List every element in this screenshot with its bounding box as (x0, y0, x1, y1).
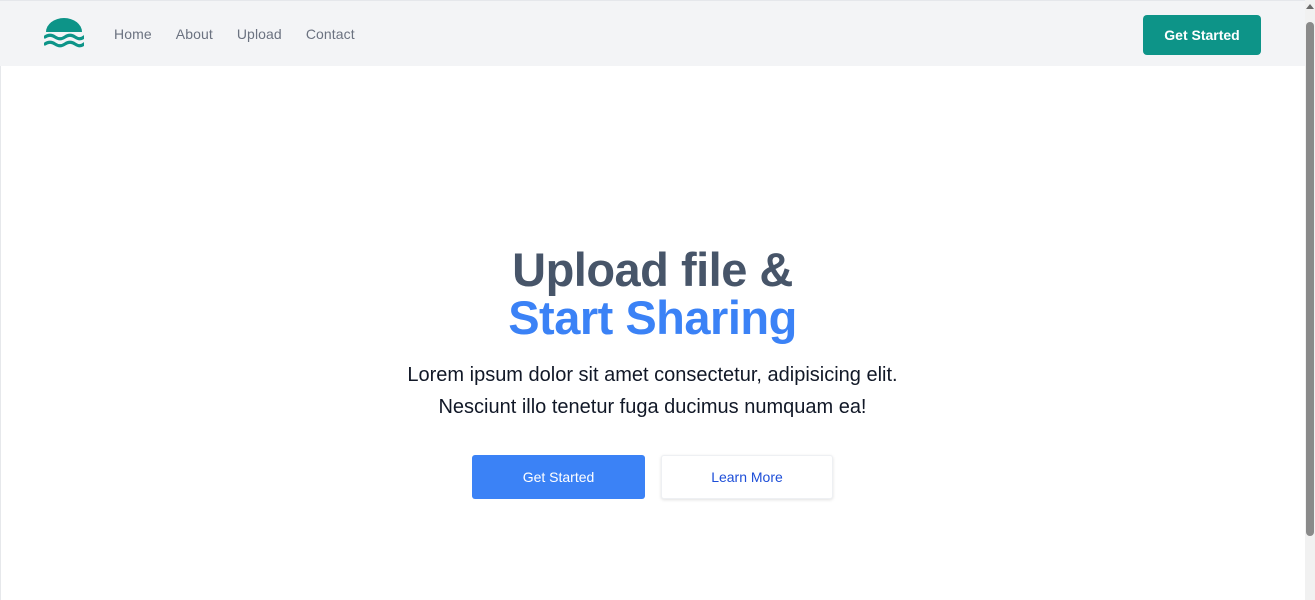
hero-subtitle-line2: Nesciunt illo tenetur fuga ducimus numqu… (438, 396, 867, 418)
hero-section: Upload file & Start Sharing Lorem ipsum … (0, 66, 1305, 600)
hero-subtitle-line1: Lorem ipsum dolor sit amet consectetur, … (407, 364, 898, 386)
logo-link[interactable] (43, 18, 86, 50)
page: Home About Upload Contact Get Started Up… (0, 0, 1315, 600)
site-header: Home About Upload Contact Get Started (0, 0, 1305, 66)
hero-learn-more-button[interactable]: Learn More (661, 455, 833, 499)
nav-link-home[interactable]: Home (114, 26, 152, 42)
hero-subtitle: Lorem ipsum dolor sit amet consectetur, … (0, 359, 1305, 423)
waves-sun-logo-icon (43, 18, 86, 48)
nav-link-contact[interactable]: Contact (306, 26, 355, 42)
main-nav: Home About Upload Contact (114, 1, 379, 67)
scrollbar-thumb[interactable] (1306, 22, 1314, 536)
header-get-started-button[interactable]: Get Started (1143, 15, 1261, 55)
scroll-up-arrow-icon[interactable] (1306, 4, 1314, 9)
nav-link-upload[interactable]: Upload (237, 26, 282, 42)
hero-title: Upload file & Start Sharing (0, 246, 1305, 342)
hero-get-started-button[interactable]: Get Started (472, 455, 645, 499)
hero-title-line1: Upload file & (512, 243, 793, 296)
vertical-scrollbar[interactable] (1305, 0, 1315, 600)
hero-title-line2: Start Sharing (508, 291, 797, 344)
nav-link-about[interactable]: About (176, 26, 213, 42)
